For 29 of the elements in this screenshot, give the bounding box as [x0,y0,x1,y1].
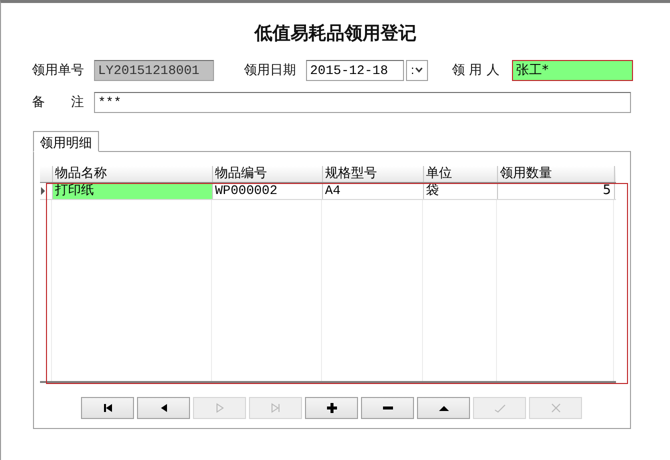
navigator-button[interactable] [305,397,358,419]
field-label: 领用日期 [244,62,297,79]
chevron-down-icon [415,67,424,73]
navigator-button[interactable] [137,397,190,419]
table-cell: 5 [498,183,615,199]
tab[interactable]: 领用明细 [33,131,99,152]
column-header[interactable]: 规格型号 [323,166,424,182]
field-label: 领用单号 [32,62,85,79]
navigator-button[interactable] [81,397,134,419]
table-cell: 袋 [424,183,498,199]
cross-icon [548,402,562,414]
table-cell: A4 [323,183,424,199]
navigator-button[interactable] [361,397,414,419]
column-header[interactable]: 物品名称 [53,166,213,182]
person-field[interactable]: 张工* [512,60,633,80]
field-label: 领 用 人 [452,62,500,79]
last-record-icon [268,402,282,414]
field-label: 备 注 [32,94,85,111]
note-field[interactable]: *** [94,92,631,112]
table-cell: 打印纸 [53,183,213,199]
form-title: 低值易耗品领用登记 [253,22,418,45]
check-icon [492,402,506,414]
column-header[interactable]: 领用数量 [498,166,615,182]
table-cell: WP000002 [213,183,323,199]
plus-icon [324,402,338,414]
date-field[interactable]: 2015-12-18 [306,60,404,80]
column-header[interactable]: 单位 [424,166,498,182]
date-dropdown-button[interactable]: : [406,60,428,80]
column-header[interactable]: 物品编号 [213,166,323,182]
